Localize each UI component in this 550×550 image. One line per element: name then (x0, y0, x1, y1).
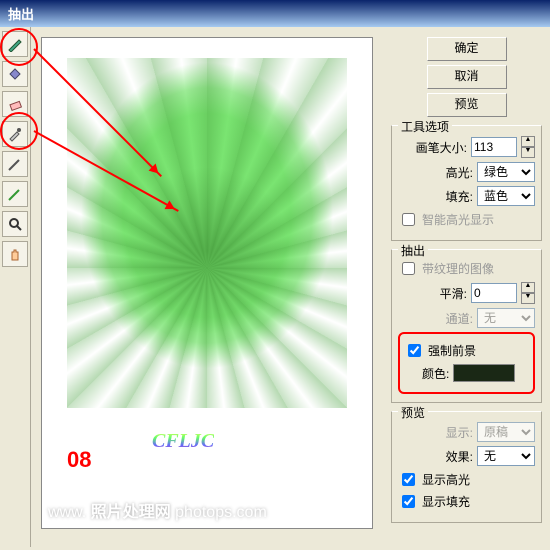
color-label: 颜色: (422, 365, 449, 382)
channel-label: 通道: (446, 310, 473, 327)
textured-check[interactable] (402, 262, 415, 275)
fill-select[interactable]: 蓝色 (477, 186, 535, 206)
edge-highlighter-tool[interactable] (2, 31, 28, 57)
force-fg-label: 强制前景 (428, 342, 476, 359)
group-title: 预览 (398, 404, 428, 421)
textured-label: 带纹理的图像 (422, 260, 494, 277)
smart-highlight-label: 智能高光显示 (422, 211, 494, 228)
show-fill-label: 显示填充 (422, 493, 470, 510)
eyedropper-tool[interactable] (2, 121, 28, 147)
canvas[interactable]: CFLJC 08 www. 照片处理网 photops.com (41, 37, 373, 529)
brush-size-input[interactable] (471, 137, 517, 157)
fx-label: 效果: (446, 448, 473, 465)
tool-options-group: 工具选项 画笔大小:▲▼ 高光:绿色 填充:蓝色 智能高光显示 (391, 125, 542, 241)
ok-button[interactable]: 确定 (427, 37, 507, 61)
fx-select[interactable]: 无 (477, 446, 535, 466)
watermark: www. 照片处理网 photops.com (42, 492, 273, 528)
highlighted-region (67, 58, 347, 408)
preview-group: 预览 显示:原稿 效果:无 显示高光 显示填充 (391, 411, 542, 523)
step-number: 08 (67, 447, 91, 473)
cancel-button[interactable]: 取消 (427, 65, 507, 89)
edge-touchup-tool[interactable] (2, 181, 28, 207)
force-fg-check[interactable] (408, 344, 421, 357)
zoom-tool[interactable] (2, 211, 28, 237)
brush-spinner[interactable]: ▲▼ (521, 136, 535, 158)
logo-text: CFLJC (152, 430, 214, 453)
brush-label: 画笔大小: (416, 139, 467, 156)
main: CFLJC 08 www. 照片处理网 photops.com 确定 取消 预览… (0, 27, 550, 547)
fill-label: 填充: (446, 188, 473, 205)
eraser-tool[interactable] (2, 91, 28, 117)
group-title: 抽出 (398, 242, 428, 259)
channel-select[interactable]: 无 (477, 308, 535, 328)
titlebar: 抽出 (0, 0, 550, 27)
color-swatch[interactable] (453, 364, 515, 382)
highlight-label: 高光: (446, 164, 473, 181)
cleanup-tool[interactable] (2, 151, 28, 177)
smooth-label: 平滑: (440, 285, 467, 302)
fill-tool[interactable] (2, 61, 28, 87)
force-foreground-box: 强制前景 颜色: (398, 332, 535, 394)
show-fill-check[interactable] (402, 495, 415, 508)
show-label: 显示: (446, 424, 473, 441)
options-panel: 确定 取消 预览 工具选项 画笔大小: ▲▼ 高光:绿色 填充:蓝色 智能高光显示… (383, 27, 550, 547)
show-select[interactable]: 原稿 (477, 422, 535, 442)
smooth-input[interactable] (471, 283, 517, 303)
show-hl-label: 显示高光 (422, 471, 470, 488)
show-hl-check[interactable] (402, 473, 415, 486)
hand-tool[interactable] (2, 241, 28, 267)
toolbar (0, 27, 31, 547)
preview-button[interactable]: 预览 (427, 93, 507, 117)
highlight-select[interactable]: 绿色 (477, 162, 535, 182)
smooth-spinner[interactable]: ▲▼ (521, 282, 535, 304)
group-title: 工具选项 (398, 118, 452, 135)
preview-area: CFLJC 08 www. 照片处理网 photops.com (31, 27, 383, 547)
extract-group: 抽出 带纹理的图像 平滑:▲▼ 通道:无 强制前景 颜色: (391, 249, 542, 403)
smart-highlight-check[interactable] (402, 213, 415, 226)
